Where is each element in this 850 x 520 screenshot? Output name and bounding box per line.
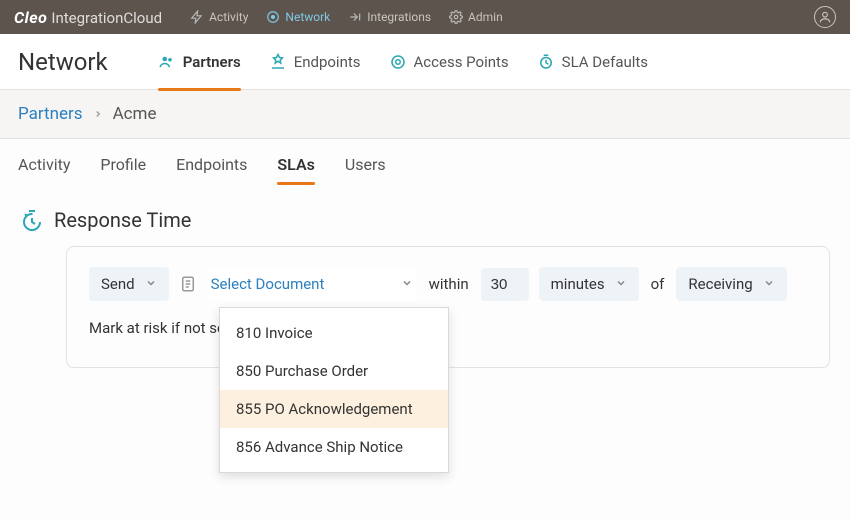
duration-input[interactable]	[481, 268, 529, 301]
topnav-integrations-label: Integrations	[367, 10, 431, 24]
sla-defaults-icon	[537, 53, 555, 71]
dropdown-option-810[interactable]: 810 Invoice	[220, 314, 448, 352]
network-icon	[266, 10, 280, 24]
action-select-value: Send	[101, 275, 135, 293]
tab-endpoints[interactable]: Endpoints	[176, 155, 247, 184]
topnav-network-label: Network	[285, 10, 330, 24]
topnav-admin-label: Admin	[468, 10, 503, 24]
access-points-icon	[389, 53, 407, 71]
topnav-activity[interactable]: Activity	[190, 10, 248, 24]
partner-tabs: Activity Profile Endpoints SLAs Users	[0, 139, 850, 184]
action-select[interactable]: Send	[89, 267, 169, 301]
trigger-select[interactable]: Receiving	[676, 267, 786, 301]
topnav-admin[interactable]: Admin	[449, 10, 503, 24]
response-time-label: Response Time	[54, 208, 191, 232]
secnav-endpoints-label: Endpoints	[294, 53, 361, 71]
tab-activity[interactable]: Activity	[18, 155, 70, 184]
secnav-access-points[interactable]: Access Points	[389, 47, 509, 77]
sla-rule-row: Send Select Document within minutes of R…	[89, 267, 807, 301]
dropdown-option-856[interactable]: 856 Advance Ship Notice	[220, 428, 448, 466]
unit-select-value: minutes	[551, 275, 605, 293]
brand-cleo: Cleo	[14, 8, 47, 27]
unit-select[interactable]: minutes	[539, 267, 639, 301]
brand-logo: Cleo IntegrationCloud	[14, 8, 162, 27]
secnav-partners[interactable]: Partners	[158, 47, 241, 77]
within-label: within	[427, 275, 471, 293]
chevron-down-icon	[763, 275, 775, 293]
of-label: of	[649, 275, 667, 293]
sla-rule-card: Send Select Document within minutes of R…	[66, 246, 830, 368]
section-bar: Network Partners Endpoints Access Points…	[0, 34, 850, 90]
content-area: Response Time Send Select Document withi…	[0, 184, 850, 392]
user-avatar[interactable]	[814, 6, 836, 28]
document-select-placeholder: Select Document	[211, 275, 325, 293]
tab-users[interactable]: Users	[345, 155, 386, 184]
topnav-network[interactable]: Network	[266, 10, 330, 24]
secnav-endpoints[interactable]: Endpoints	[269, 47, 361, 77]
top-nav: Activity Network Integrations Admin	[190, 10, 503, 24]
response-time-heading: Response Time	[20, 208, 830, 232]
endpoints-icon	[269, 53, 287, 71]
breadcrumb-current: Acme	[113, 104, 157, 124]
tab-slas[interactable]: SLAs	[277, 155, 314, 184]
secnav-sla-defaults-label: SLA Defaults	[562, 53, 648, 71]
document-dropdown: 810 Invoice 850 Purchase Order 855 PO Ac…	[219, 307, 449, 473]
top-bar: Cleo IntegrationCloud Activity Network I…	[0, 0, 850, 34]
breadcrumb: Partners Acme	[0, 90, 850, 139]
partners-icon	[158, 53, 176, 71]
chevron-down-icon	[615, 275, 627, 293]
topnav-integrations[interactable]: Integrations	[348, 10, 431, 24]
brand-integrationcloud: IntegrationCloud	[51, 9, 162, 27]
chevron-down-icon	[145, 275, 157, 293]
chevron-right-icon	[93, 104, 103, 124]
chevron-down-icon	[401, 275, 413, 293]
timer-icon	[20, 208, 44, 232]
dropdown-option-850[interactable]: 850 Purchase Order	[220, 352, 448, 390]
section-title: Network	[18, 48, 108, 76]
section-nav: Partners Endpoints Access Points SLA Def…	[158, 47, 648, 77]
topnav-activity-label: Activity	[209, 10, 248, 24]
document-select[interactable]: Select Document	[207, 267, 417, 301]
trigger-select-value: Receiving	[688, 275, 752, 293]
breadcrumb-parent[interactable]: Partners	[18, 104, 83, 124]
document-icon	[179, 275, 197, 293]
tab-profile[interactable]: Profile	[100, 155, 146, 184]
integrations-icon	[348, 10, 362, 24]
secnav-sla-defaults[interactable]: SLA Defaults	[537, 47, 648, 77]
admin-icon	[449, 10, 463, 24]
secnav-partners-label: Partners	[183, 53, 241, 71]
secnav-access-points-label: Access Points	[414, 53, 509, 71]
dropdown-option-855[interactable]: 855 PO Acknowledgement	[220, 390, 448, 428]
activity-icon	[190, 10, 204, 24]
